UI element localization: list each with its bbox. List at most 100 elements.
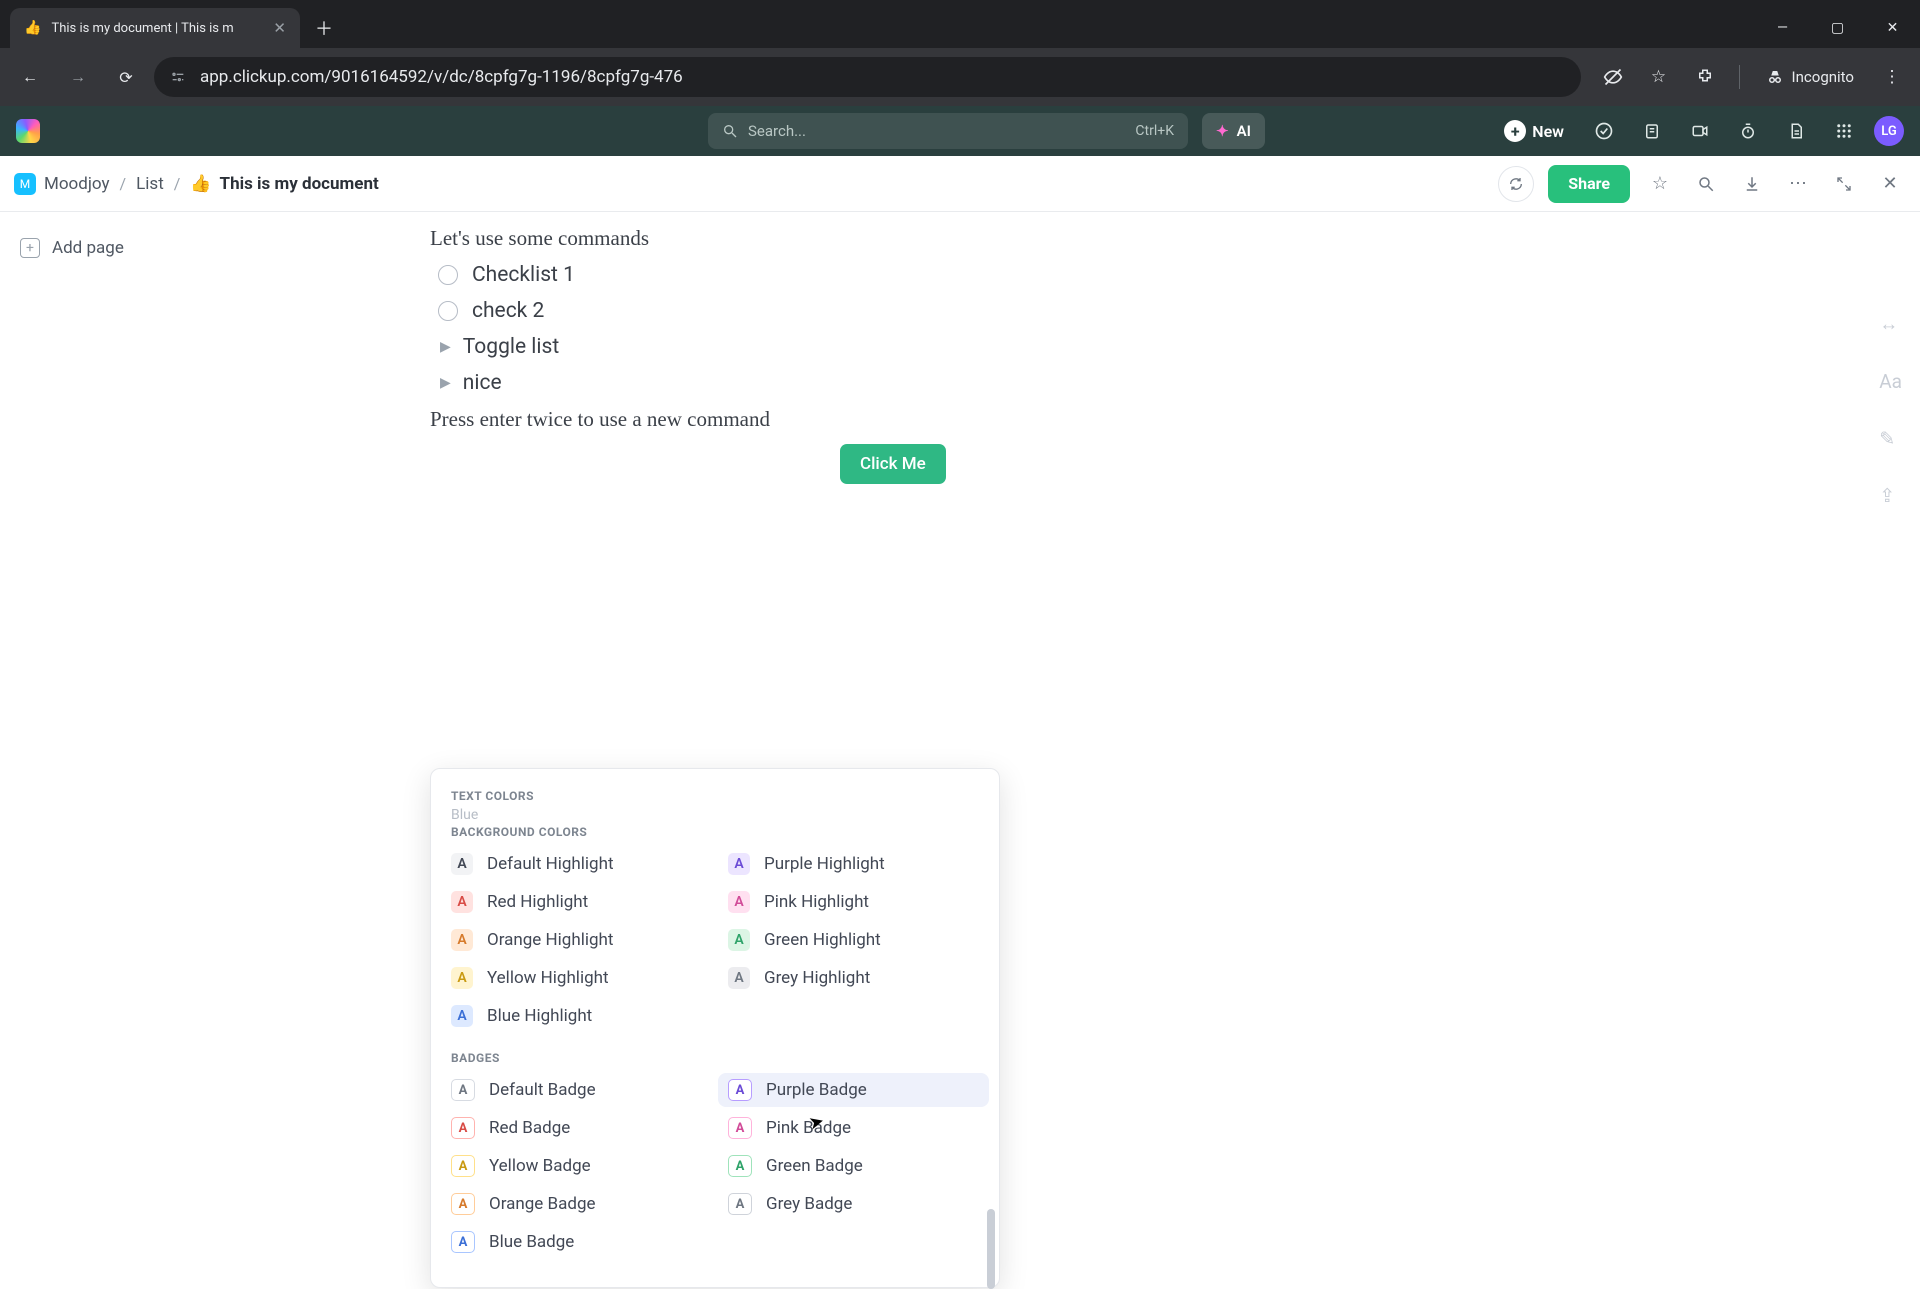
badge-swatch-icon: A	[728, 1117, 752, 1139]
global-search[interactable]: Search... Ctrl+K	[708, 113, 1188, 149]
share-button[interactable]: Share	[1548, 165, 1630, 203]
popover-section-bg: BACKGROUND COLORS	[431, 819, 999, 843]
highlight-option[interactable]: ABlue Highlight	[441, 999, 712, 1033]
breadcrumb-space[interactable]: M Moodjoy	[14, 173, 110, 195]
caret-right-icon[interactable]: ▶	[440, 339, 451, 355]
highlight-option[interactable]: AGrey Highlight	[718, 961, 989, 995]
collapse-icon[interactable]	[1828, 168, 1860, 200]
extensions-icon[interactable]	[1687, 59, 1723, 95]
doc-heading[interactable]: Let's use some commands	[430, 226, 1920, 251]
incognito-label: Incognito	[1792, 68, 1854, 86]
typography-icon[interactable]: Aa	[1879, 370, 1902, 393]
badge-swatch-icon: A	[451, 1231, 475, 1253]
badge-option[interactable]: AGrey Badge	[718, 1187, 989, 1221]
badge-label: Orange Badge	[489, 1194, 596, 1214]
highlight-option[interactable]: APink Highlight	[718, 885, 989, 919]
checklist-label: check 2	[472, 299, 544, 323]
avatar[interactable]: LG	[1874, 116, 1904, 146]
popover-scrollbar[interactable]	[987, 1209, 995, 1289]
inline-button[interactable]: Click Me	[840, 444, 946, 484]
search-placeholder: Search...	[748, 122, 1125, 140]
badge-swatch-icon: A	[728, 1193, 752, 1215]
badge-option[interactable]: ADefault Badge	[441, 1073, 712, 1107]
window-maximize-icon[interactable]: ▢	[1810, 8, 1865, 48]
toggle-item[interactable]: ▶ Toggle list	[440, 335, 1920, 359]
badge-option[interactable]: APurple Badge	[718, 1073, 989, 1107]
highlight-label: Default Highlight	[487, 854, 614, 874]
space-icon: M	[14, 173, 36, 195]
toggle-item[interactable]: ▶ nice	[440, 371, 1920, 395]
expand-width-icon[interactable]: ↔	[1879, 312, 1902, 336]
wand-icon[interactable]: ✎	[1879, 427, 1902, 450]
sync-status-icon[interactable]	[1498, 166, 1534, 202]
highlight-label: Pink Highlight	[764, 892, 869, 912]
checklist-item[interactable]: check 2	[438, 299, 1920, 323]
bookmark-star-icon[interactable]: ☆	[1641, 59, 1677, 95]
highlight-swatch-icon: A	[451, 891, 473, 913]
browser-toolbar: ← → ⟳ app.clickup.com/9016164592/v/dc/8c…	[0, 48, 1920, 106]
tab-close-icon[interactable]: ✕	[273, 19, 286, 37]
nav-reload-icon[interactable]: ⟳	[106, 57, 146, 97]
highlight-option[interactable]: AOrange Highlight	[441, 923, 712, 957]
browser-menu-icon[interactable]: ⋮	[1874, 59, 1910, 95]
badge-option[interactable]: ARed Badge	[441, 1111, 712, 1145]
timer-icon[interactable]	[1730, 113, 1766, 149]
highlight-option[interactable]: A Red Highlight	[441, 885, 712, 919]
badge-option[interactable]: APink Badge	[718, 1111, 989, 1145]
nav-back-icon[interactable]: ←	[10, 57, 50, 97]
badge-option[interactable]: AYellow Badge	[441, 1149, 712, 1183]
badge-option[interactable]: A Orange Badge	[441, 1187, 712, 1221]
breadcrumb-list-label: List	[136, 174, 164, 194]
add-page-button[interactable]: + Add page	[20, 238, 280, 258]
more-menu-icon[interactable]: ⋯	[1782, 168, 1814, 200]
highlight-label: Red Highlight	[487, 892, 588, 912]
notepad-icon[interactable]	[1634, 113, 1670, 149]
breadcrumb-list[interactable]: List	[136, 174, 164, 194]
checkmark-circle-icon[interactable]	[1586, 113, 1622, 149]
badge-label: Yellow Badge	[489, 1156, 591, 1176]
checklist-item[interactable]: Checklist 1	[438, 263, 1920, 287]
clickup-logo-icon[interactable]	[16, 119, 40, 143]
incognito-indicator[interactable]: Incognito	[1756, 68, 1864, 86]
highlight-option[interactable]: AYellow Highlight	[441, 961, 712, 995]
badge-option[interactable]: AGreen Badge	[718, 1149, 989, 1183]
search-shortcut: Ctrl+K	[1135, 123, 1174, 139]
ai-button[interactable]: ✦ AI	[1202, 113, 1265, 149]
badge-label: Red Badge	[489, 1118, 570, 1138]
highlight-swatch-icon: A	[728, 929, 750, 951]
new-tab-button[interactable]: ＋	[308, 12, 340, 44]
apps-grid-icon[interactable]	[1826, 113, 1862, 149]
caret-right-icon[interactable]: ▶	[440, 375, 451, 391]
add-page-label: Add page	[52, 238, 124, 258]
window-close-icon[interactable]: ✕	[1865, 8, 1920, 48]
badge-label: Blue Badge	[489, 1232, 574, 1252]
breadcrumb-doc[interactable]: 👍 This is my document	[190, 174, 378, 194]
browser-tab[interactable]: 👍 This is my document | This is m ✕	[10, 8, 300, 48]
favorite-star-icon[interactable]: ☆	[1644, 168, 1676, 200]
window-minimize-icon[interactable]: ―	[1755, 8, 1810, 48]
search-icon	[722, 123, 738, 139]
highlight-option[interactable]: AGreen Highlight	[718, 923, 989, 957]
checkbox-icon[interactable]	[438, 265, 458, 285]
browser-titlebar: 👍 This is my document | This is m ✕ ＋ ― …	[0, 0, 1920, 48]
badge-option[interactable]: A Blue Badge	[441, 1225, 712, 1259]
highlight-option[interactable]: ADefault Highlight	[441, 847, 712, 881]
nav-forward-icon[interactable]: →	[58, 57, 98, 97]
checkbox-icon[interactable]	[438, 301, 458, 321]
highlight-swatch-icon: A	[728, 967, 750, 989]
new-button[interactable]: + New	[1494, 114, 1574, 148]
site-settings-icon[interactable]	[170, 69, 186, 85]
address-bar[interactable]: app.clickup.com/9016164592/v/dc/8cpfg7g-…	[154, 57, 1581, 97]
doc-search-icon[interactable]	[1690, 168, 1722, 200]
eye-off-icon[interactable]	[1595, 59, 1631, 95]
badge-swatch-icon: A	[451, 1193, 475, 1215]
upload-icon[interactable]: ⇪	[1879, 484, 1902, 507]
close-panel-icon[interactable]: ✕	[1874, 168, 1906, 200]
record-clip-icon[interactable]	[1682, 113, 1718, 149]
highlight-label: Orange Highlight	[487, 930, 613, 950]
highlight-option[interactable]: APurple Highlight	[718, 847, 989, 881]
download-icon[interactable]	[1736, 168, 1768, 200]
docs-icon[interactable]	[1778, 113, 1814, 149]
doc-emoji-icon: 👍	[190, 174, 211, 194]
doc-hint[interactable]: Press enter twice to use a new command	[430, 407, 1920, 432]
